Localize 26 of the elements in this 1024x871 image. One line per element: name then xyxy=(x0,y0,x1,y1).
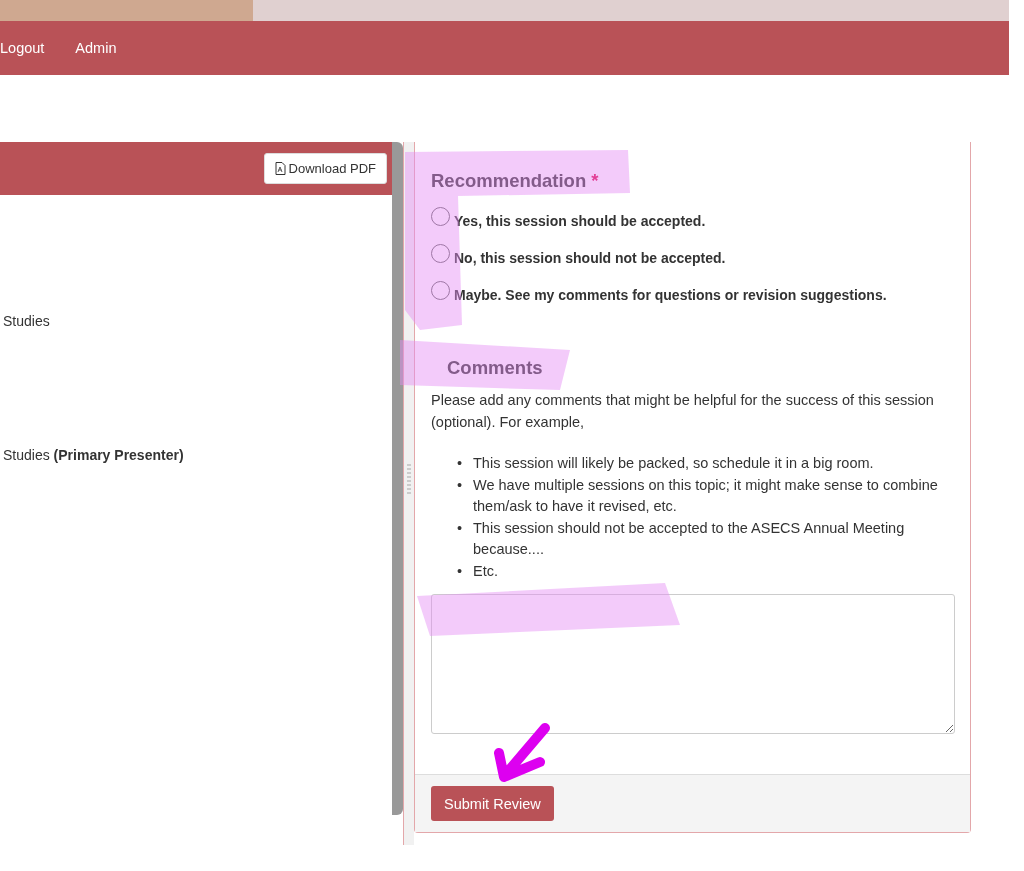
bullet-item: We have multiple sessions on this topic; it might make sense to combine them/ask to have it revised, etc. xyxy=(473,475,939,516)
bullet-marker: • xyxy=(457,454,464,473)
section-title: Comments xyxy=(447,357,544,379)
scrollbar[interactable] xyxy=(392,142,403,815)
detail-text: Studies (Primary Presenter) xyxy=(2,447,185,463)
download-pdf-button[interactable]: Download PDF xyxy=(263,153,387,184)
detail-text: Studies xyxy=(2,313,51,329)
nav-link[interactable]: Admin xyxy=(75,40,117,56)
required-mark: * xyxy=(591,170,599,191)
section-title: Recommendation * xyxy=(431,170,600,192)
submit-review-button[interactable]: Submit Review xyxy=(431,786,554,821)
arrow-drawing xyxy=(494,723,550,782)
instructions-text: Please add any comments that might be helpful for the success of this session (optional). For example, xyxy=(431,391,935,432)
radio-option[interactable]: No, this session should not be accepted. xyxy=(431,239,954,276)
bullet-item: This session should not be accepted to the ASECS Annual Meeting because.... xyxy=(473,518,906,559)
bullet-marker: • xyxy=(457,518,464,538)
comments-field[interactable] xyxy=(431,594,955,734)
radio-option[interactable]: Maybe. See my comments for questions or revision suggestions. xyxy=(431,276,954,313)
radio-option[interactable]: Yes, this session should be accepted. xyxy=(431,202,954,239)
bullet-item: This session will likely be packed, so schedule it in a big room. xyxy=(473,454,874,473)
nav-link[interactable]: Logout xyxy=(0,40,45,56)
splitter-handle[interactable] xyxy=(403,142,414,845)
pdf-file-icon xyxy=(274,162,286,175)
bullet-marker: • xyxy=(457,475,464,495)
bullet-marker: • xyxy=(457,561,464,581)
bullet-item: Etc. xyxy=(473,561,498,581)
